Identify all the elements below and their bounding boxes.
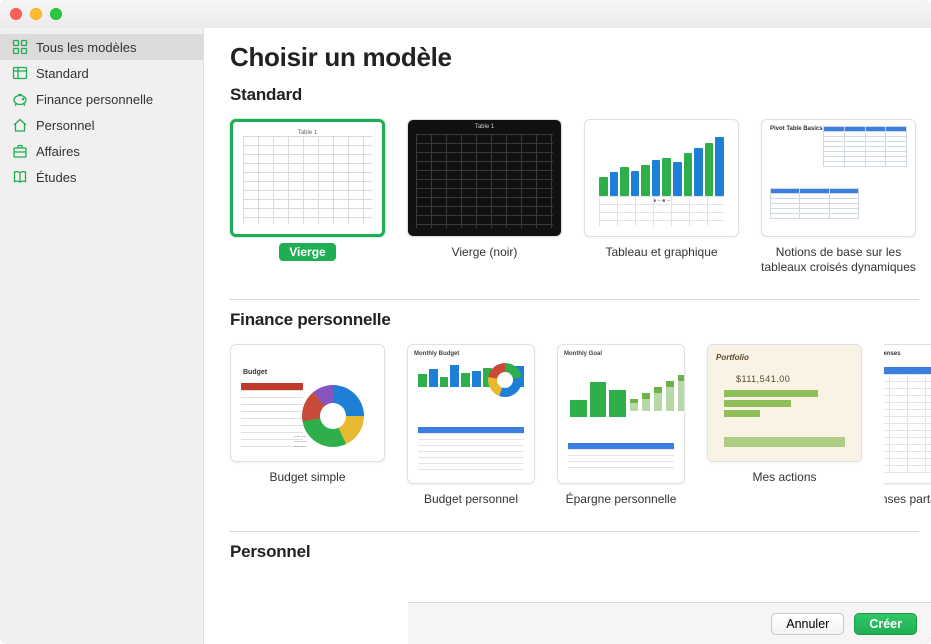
template-scroll-area[interactable]: Choisir un modèle Standard Table 1 Vierg…	[204, 28, 931, 644]
template-label: Vierge (noir)	[452, 245, 518, 260]
thumb-subtitle: Table 1	[239, 130, 376, 136]
template-label: Mes actions	[752, 470, 816, 485]
template-label: Budget simple	[269, 470, 345, 485]
template-thumbnail: Table 1	[407, 119, 562, 237]
sidebar-item-all-templates[interactable]: Tous les modèles	[0, 34, 203, 60]
section-heading-standard: Standard	[230, 85, 931, 105]
section-heading-personnel: Personnel	[230, 542, 931, 562]
thumb-title: Portfolio	[716, 353, 853, 362]
template-pivot-basics[interactable]: Pivot Table Basics	[761, 119, 916, 275]
section-divider	[229, 531, 919, 532]
sidebar-item-label: Affaires	[36, 144, 80, 159]
thumb-value: $111,541.00	[736, 374, 853, 384]
button-label: Annuler	[786, 617, 829, 631]
section-divider	[229, 299, 919, 300]
template-thumbnail: Budget ── ──── ──── ──	[230, 344, 385, 462]
briefcase-icon	[12, 143, 28, 159]
template-thumbnail: Table 1	[230, 119, 385, 237]
thumb-subtitle: Table 1	[408, 124, 561, 130]
sidebar-item-personal-finance[interactable]: Finance personnelle	[0, 86, 203, 112]
page-title: Choisir un modèle	[230, 42, 931, 73]
book-icon	[12, 169, 28, 185]
sidebar-item-label: Personnel	[36, 118, 95, 133]
template-label: Épargne personnelle	[566, 492, 677, 507]
sidebar-item-business[interactable]: Affaires	[0, 138, 203, 164]
content-area: Choisir un modèle Standard Table 1 Vierg…	[204, 28, 931, 644]
window-body: Tous les modèles Standard Finance person…	[0, 28, 931, 644]
home-icon	[12, 117, 28, 133]
template-thumbnail: Monthly Budget	[407, 344, 535, 484]
sidebar-item-label: Tous les modèles	[36, 40, 136, 55]
templates-row-finance: Budget ── ──── ──── ── Budget simple Mon…	[230, 344, 931, 513]
template-personal-budget[interactable]: Monthly Budget	[407, 344, 535, 507]
traffic-lights	[10, 8, 62, 20]
zoom-window-button[interactable]	[50, 8, 62, 20]
template-table-and-chart[interactable]: ■ ─ ■ ─ Tableau et graphique	[584, 119, 739, 275]
template-simple-budget[interactable]: Budget ── ──── ──── ── Budget simple	[230, 344, 385, 507]
footer-bar: Annuler Créer	[408, 602, 931, 644]
thumb-title: Monthly Budget	[414, 351, 528, 357]
grid-icon	[12, 39, 28, 55]
template-blank-dark[interactable]: Table 1 Vierge (noir)	[407, 119, 562, 275]
thumb-title: Pivot Table Basics	[770, 126, 823, 132]
thumb-title: Shared Expenses	[884, 351, 931, 357]
create-button[interactable]: Créer	[854, 613, 917, 635]
close-window-button[interactable]	[10, 8, 22, 20]
template-label: Dépenses partagées	[884, 492, 931, 507]
sidebar-item-label: Finance personnelle	[36, 92, 153, 107]
minimize-window-button[interactable]	[30, 8, 42, 20]
sidebar-item-standard[interactable]: Standard	[0, 60, 203, 86]
template-my-stocks[interactable]: Portfolio $111,541.00	[707, 344, 862, 507]
template-chooser-window: Tous les modèles Standard Finance person…	[0, 0, 931, 644]
templates-row-standard: Table 1 Vierge Table 1 Vierge (noir)	[230, 119, 931, 281]
template-thumbnail: ■ ─ ■ ─	[584, 119, 739, 237]
template-personal-savings[interactable]: Monthly Goal	[557, 344, 685, 507]
sidebar-item-label: Études	[36, 170, 76, 185]
template-thumbnail: Shared Expenses	[884, 344, 931, 484]
template-label: Notions de base sur les tableaux croisés…	[761, 245, 916, 275]
sidebar-item-label: Standard	[36, 66, 89, 81]
window-titlebar	[0, 0, 931, 28]
template-thumbnail: Monthly Goal	[557, 344, 685, 484]
template-label: Tableau et graphique	[605, 245, 717, 260]
template-thumbnail: Pivot Table Basics	[761, 119, 916, 237]
thumb-title: Monthly Goal	[564, 351, 678, 357]
cancel-button[interactable]: Annuler	[771, 613, 844, 635]
template-label: Vierge	[279, 245, 335, 260]
table-icon	[12, 65, 28, 81]
thumb-title: Budget	[243, 369, 267, 376]
categories-sidebar: Tous les modèles Standard Finance person…	[0, 28, 204, 644]
piggy-bank-icon	[12, 91, 28, 107]
button-label: Créer	[869, 617, 902, 631]
template-label: Budget personnel	[424, 492, 518, 507]
template-blank[interactable]: Table 1 Vierge	[230, 119, 385, 275]
template-shared-expenses[interactable]: Shared Expenses Dépenses partagées	[884, 344, 931, 507]
template-thumbnail: Portfolio $111,541.00	[707, 344, 862, 462]
section-heading-finance: Finance personnelle	[230, 310, 931, 330]
sidebar-item-education[interactable]: Études	[0, 164, 203, 190]
sidebar-item-personal[interactable]: Personnel	[0, 112, 203, 138]
